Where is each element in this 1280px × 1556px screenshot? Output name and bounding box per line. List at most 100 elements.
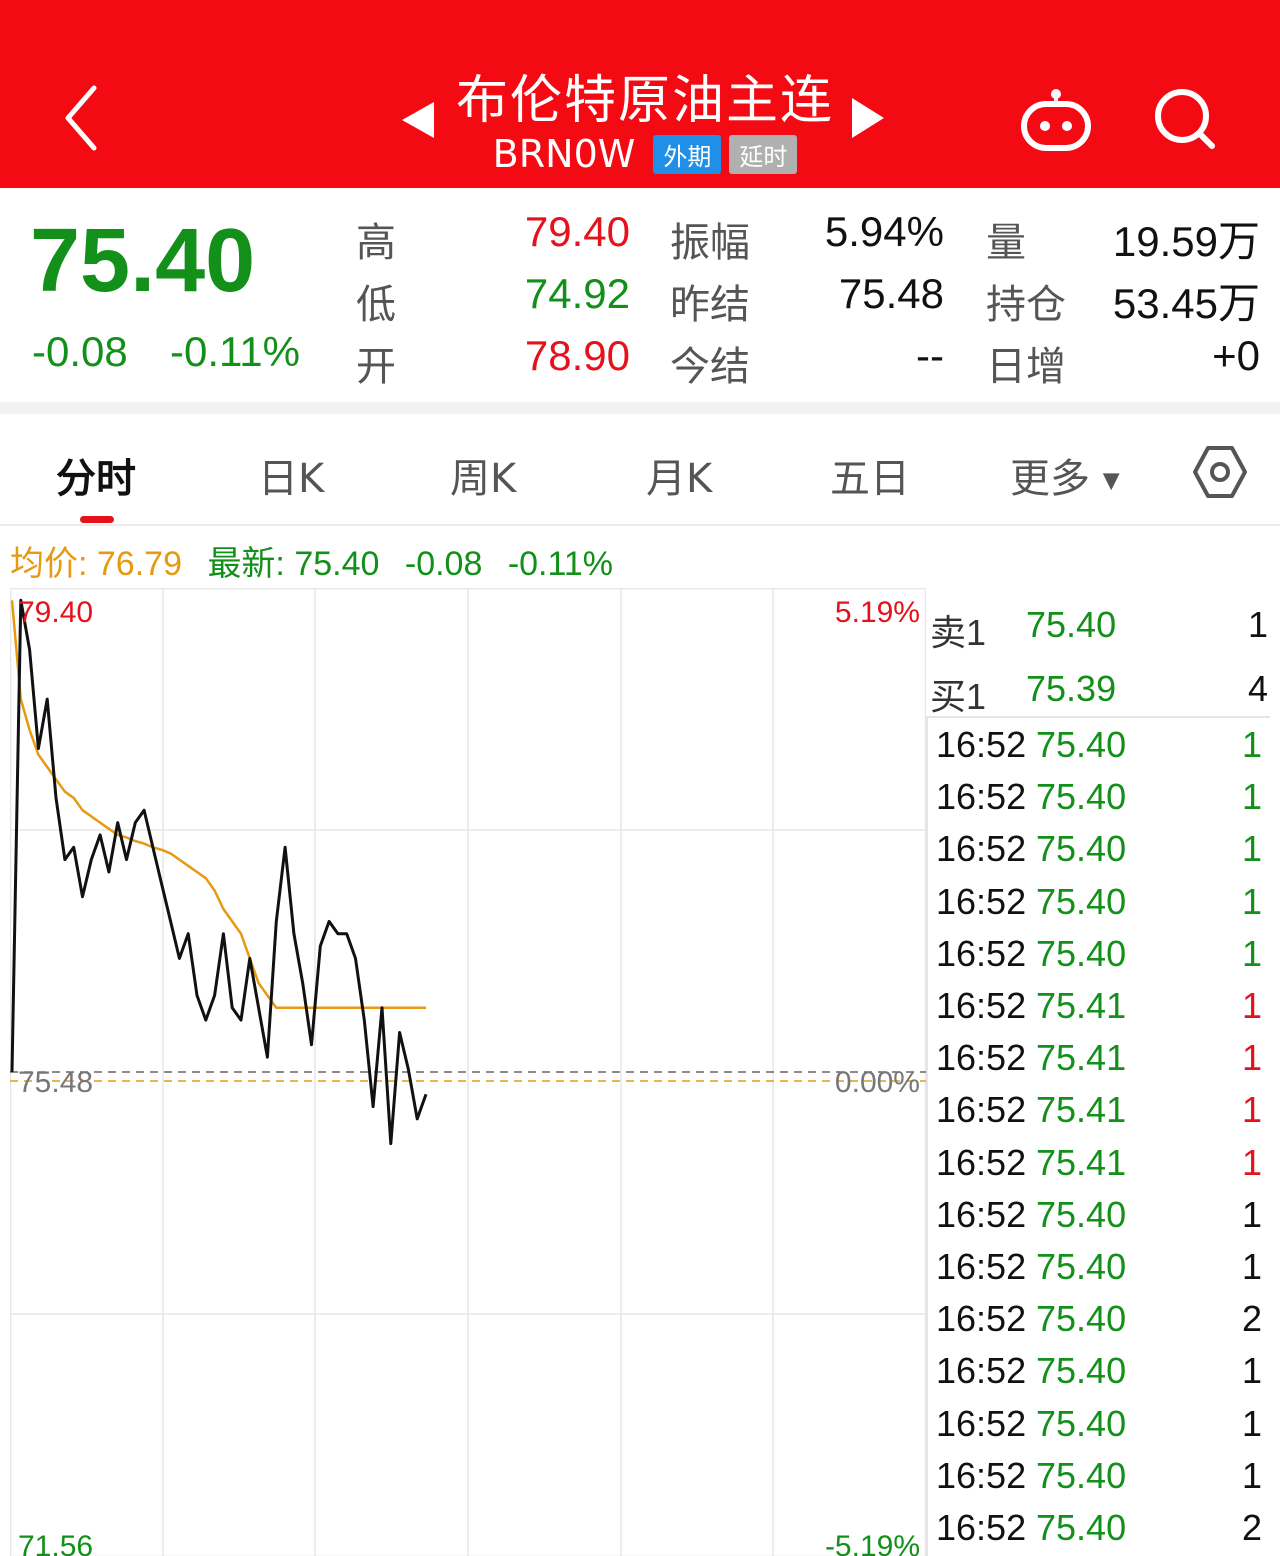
order-book-row: 卖1 75.40 1 xyxy=(930,598,1268,653)
robot-assistant-button[interactable] xyxy=(1018,86,1094,154)
intraday-chart[interactable]: 79.40 5.19% 75.48 0.00% 71.56 -5.19% xyxy=(9,587,927,1556)
tick-time: 16:52 xyxy=(936,880,1027,922)
open-label: 开 xyxy=(356,344,396,390)
open-interest-label: 持仓 xyxy=(986,282,1066,328)
tick-time: 16:52 xyxy=(936,1037,1027,1079)
order-book-side: 买1 xyxy=(930,676,987,717)
tick-price: 75.40 xyxy=(1036,1298,1127,1340)
instrument-subtitle: BRN0W 外期 延时 xyxy=(390,132,900,176)
latest-change-pct: -0.11% xyxy=(507,545,614,583)
tick-price: 75.40 xyxy=(1036,880,1127,922)
tick-time: 16:52 xyxy=(936,1507,1027,1548)
latest-change: -0.08 xyxy=(404,545,483,583)
hexagon-settings-icon xyxy=(1193,446,1247,498)
intraday-chart-svg: 79.40 5.19% 75.48 0.00% 71.56 -5.19% xyxy=(9,587,927,1556)
tab-intraday[interactable]: 分时 xyxy=(56,446,136,504)
order-book: 卖1 75.40 1 买1 75.39 4 xyxy=(926,590,1270,718)
tick-price: 75.40 xyxy=(1036,1246,1127,1287)
tick-row: 16:52 75.40 1 xyxy=(936,877,1266,929)
tick-time: 16:52 xyxy=(936,1141,1027,1183)
instrument-title-area: 布伦特原油主连 BRN0W 外期 延时 xyxy=(390,52,900,182)
tick-volume: 1 xyxy=(1241,1193,1262,1235)
tick-price: 75.41 xyxy=(1036,1089,1127,1131)
prev-settle-label: 昨结 xyxy=(670,282,750,328)
tick-price: 75.41 xyxy=(1036,985,1127,1026)
tab-monthly-k[interactable]: 月K xyxy=(646,446,712,504)
tick-row: 16:52 75.40 1 xyxy=(936,929,1266,981)
open-interest-value: 53.45万 xyxy=(1112,280,1260,327)
tick-time: 16:52 xyxy=(936,1402,1027,1444)
tick-row: 16:52 75.40 2 xyxy=(936,1294,1266,1346)
tick-row: 16:52 75.40 1 xyxy=(936,1346,1266,1398)
average-price: 均价: 76.79 xyxy=(10,545,182,583)
settle-value: -- xyxy=(916,332,944,379)
tick-volume: 1 xyxy=(1241,1037,1262,1079)
order-book-side: 卖1 xyxy=(930,612,987,653)
tick-time: 16:52 xyxy=(936,932,1027,974)
chart-grid xyxy=(9,587,927,1556)
page-title: 布伦特原油主连 xyxy=(455,71,834,131)
app-header: 布伦特原油主连 BRN0W 外期 延时 xyxy=(0,0,1280,188)
amplitude-value: 5.94% xyxy=(824,208,944,255)
tick-row: 16:52 75.41 1 xyxy=(936,981,1266,1033)
tick-row: 16:52 75.41 1 xyxy=(936,1085,1266,1137)
tick-price: 75.40 xyxy=(1036,1454,1127,1496)
tick-volume: 1 xyxy=(1241,1402,1262,1444)
tab-weekly-k[interactable]: 周K xyxy=(450,446,516,504)
tick-row: 16:52 75.40 1 xyxy=(936,1451,1266,1503)
search-button[interactable] xyxy=(1150,86,1222,154)
quote-panel: 75.40 -0.08 -0.11% 高 低 开 79.40 74.92 78.… xyxy=(0,188,1280,402)
tick-volume: 1 xyxy=(1241,828,1262,870)
tick-volume: 1 xyxy=(1241,1141,1262,1183)
tick-volume: 2 xyxy=(1241,1298,1262,1340)
trade-ticks-list[interactable]: 16:52 75.40 1 16:52 75.40 1 16:52 75.40 1 16:52 75… xyxy=(926,718,1270,1556)
low-label: 低 xyxy=(356,282,396,328)
tick-time: 16:52 xyxy=(936,985,1027,1026)
price-line xyxy=(10,598,428,1146)
section-divider xyxy=(0,402,1280,414)
tick-volume: 1 xyxy=(1241,1454,1262,1496)
tick-price: 75.40 xyxy=(1036,1402,1127,1444)
tick-volume: 1 xyxy=(1241,1089,1262,1131)
high-value: 79.40 xyxy=(524,208,630,255)
ref-pct-label: 0.00% xyxy=(835,1066,920,1099)
search-icon xyxy=(1155,89,1215,149)
volume-value: 19.59万 xyxy=(1112,218,1260,265)
active-tab-indicator xyxy=(80,516,114,523)
oi-change-label: 日增 xyxy=(986,344,1066,390)
top-price-label: 79.40 xyxy=(18,596,93,629)
chevron-left-icon xyxy=(65,85,97,151)
market-tag: 外期 xyxy=(653,134,722,174)
chart-tabs: 分时 日K 周K 月K 五日 更多 ▼ xyxy=(0,414,1280,526)
chart-settings-button[interactable] xyxy=(1192,444,1248,500)
tab-five-day[interactable]: 五日 xyxy=(830,446,910,504)
top-pct-label: 5.19% xyxy=(835,596,920,629)
tick-row: 16:52 75.40 1 xyxy=(936,772,1266,824)
tick-time: 16:52 xyxy=(936,1089,1027,1131)
instrument-code: BRN0W xyxy=(492,132,636,176)
tick-price: 75.40 xyxy=(1036,724,1127,765)
tick-volume: 1 xyxy=(1241,932,1262,974)
tab-daily-k[interactable]: 日K xyxy=(258,446,324,504)
tab-more[interactable]: 更多 ▼ xyxy=(1010,446,1120,504)
amplitude-label: 振幅 xyxy=(670,220,750,266)
tick-price: 75.40 xyxy=(1036,1193,1127,1235)
latest-price: 最新: 75.40 xyxy=(207,545,380,583)
price-change: -0.08 xyxy=(32,328,128,375)
tick-time: 16:52 xyxy=(936,724,1027,765)
settle-label: 今结 xyxy=(670,344,750,390)
order-book-volume: 4 xyxy=(1247,668,1268,709)
tick-volume: 1 xyxy=(1241,880,1262,922)
prev-settle-value: 75.48 xyxy=(838,270,944,317)
tick-price: 75.41 xyxy=(1036,1037,1127,1079)
back-button[interactable] xyxy=(52,80,112,156)
low-value: 74.92 xyxy=(524,270,630,317)
tick-time: 16:52 xyxy=(936,1298,1027,1340)
high-label: 高 xyxy=(356,220,396,266)
tick-row: 16:52 75.40 1 xyxy=(936,824,1266,876)
price-change-pct: -0.11% xyxy=(170,328,300,375)
chart-info-line: 均价: 76.79 最新: 75.40 -0.08 -0.11% xyxy=(10,536,629,583)
order-book-row: 买1 75.39 4 xyxy=(930,662,1268,717)
tick-time: 16:52 xyxy=(936,1350,1027,1392)
tick-row: 16:52 75.40 1 xyxy=(936,1190,1266,1242)
